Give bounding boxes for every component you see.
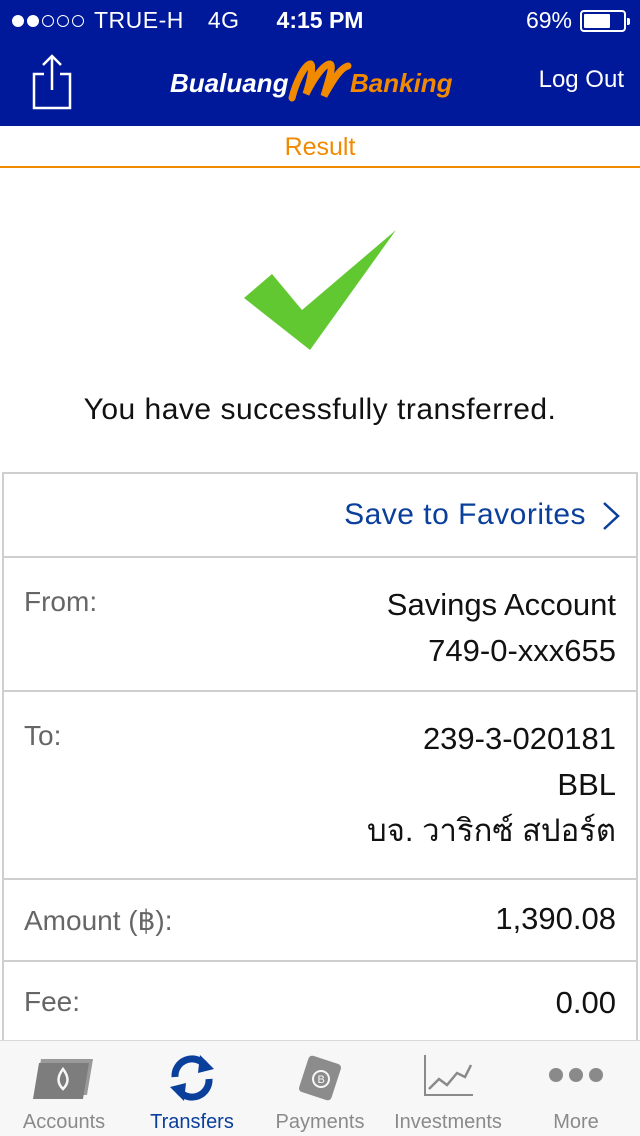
- logo-text-right: Banking: [350, 68, 453, 98]
- tab-accounts[interactable]: Accounts: [0, 1041, 128, 1136]
- investments-icon: [424, 1055, 473, 1096]
- save-to-favorites-button[interactable]: Save to Favorites: [2, 472, 638, 556]
- amount-label: Amount (฿):: [24, 905, 173, 936]
- from-account-number: 749-0-xxx655: [428, 633, 616, 668]
- tab-accounts-label: Accounts: [22, 1111, 106, 1133]
- to-bank: BBL: [557, 767, 616, 802]
- to-label: To:: [24, 720, 62, 751]
- logo-m-mark: [288, 60, 352, 102]
- svg-text:B: B: [318, 1074, 325, 1086]
- payments-icon: B: [299, 1055, 341, 1101]
- success-message: You have successfully transferred.: [83, 393, 557, 426]
- tab-transfers-label: Transfers: [150, 1111, 234, 1133]
- bualuang-mbanking-logo: Bualuang Banking: [170, 60, 453, 102]
- from-row: From: Savings Account 749-0-xxx655: [2, 556, 638, 690]
- tab-transfers[interactable]: Transfers: [128, 1041, 256, 1136]
- tab-bar: Accounts Transfers B Payments Investment…: [0, 1040, 640, 1136]
- tab-investments-label: Investments: [394, 1111, 502, 1133]
- chevron-right-icon: [603, 502, 620, 530]
- logo-text-left: Bualuang: [170, 68, 289, 98]
- status-bar: TRUE-H 4G 4:15 PM 69%: [0, 0, 640, 40]
- tab-payments-label: Payments: [275, 1111, 365, 1133]
- amount-value: 1,390.08: [495, 901, 616, 936]
- from-account-type: Savings Account: [386, 587, 616, 622]
- to-row: To: 239-3-020181 BBL บจ. วาริกซ์ สปอร์ต: [2, 690, 638, 878]
- from-value: Savings Account 749-0-xxx655: [387, 582, 616, 674]
- fee-label: Fee:: [24, 986, 81, 1017]
- from-label: From:: [24, 586, 98, 617]
- battery-icon: [580, 9, 630, 32]
- to-value: 239-3-020181 BBL บจ. วาริกซ์ สปอร์ต: [367, 716, 616, 854]
- accounts-icon: [33, 1059, 93, 1099]
- more-icon: [549, 1068, 603, 1082]
- logout-button[interactable]: Log Out: [539, 66, 624, 94]
- fee-row: Fee: 0.00: [2, 960, 638, 1040]
- tab-investments[interactable]: Investments: [384, 1041, 512, 1136]
- to-account-number: 239-3-020181: [422, 721, 616, 756]
- amount-row: Amount (฿): 1,390.08: [2, 878, 638, 960]
- tab-more-label: More: [553, 1111, 599, 1133]
- transfers-icon: [170, 1055, 214, 1101]
- battery-percent: 69%: [525, 7, 572, 33]
- to-account-name: บจ. วาริกซ์ สปอร์ต: [367, 813, 616, 848]
- page-title: Result: [0, 126, 640, 168]
- checkmark-icon: [244, 230, 396, 350]
- top-bar: TRUE-H 4G 4:15 PM 69% Bualuang Banking L…: [0, 0, 640, 126]
- fee-value: 0.00: [555, 985, 616, 1020]
- tab-more[interactable]: More: [512, 1041, 640, 1136]
- share-icon[interactable]: [30, 52, 74, 110]
- save-to-favorites-label: Save to Favorites: [344, 498, 586, 531]
- status-right: 69%: [525, 7, 630, 34]
- tab-payments[interactable]: B Payments: [256, 1041, 384, 1136]
